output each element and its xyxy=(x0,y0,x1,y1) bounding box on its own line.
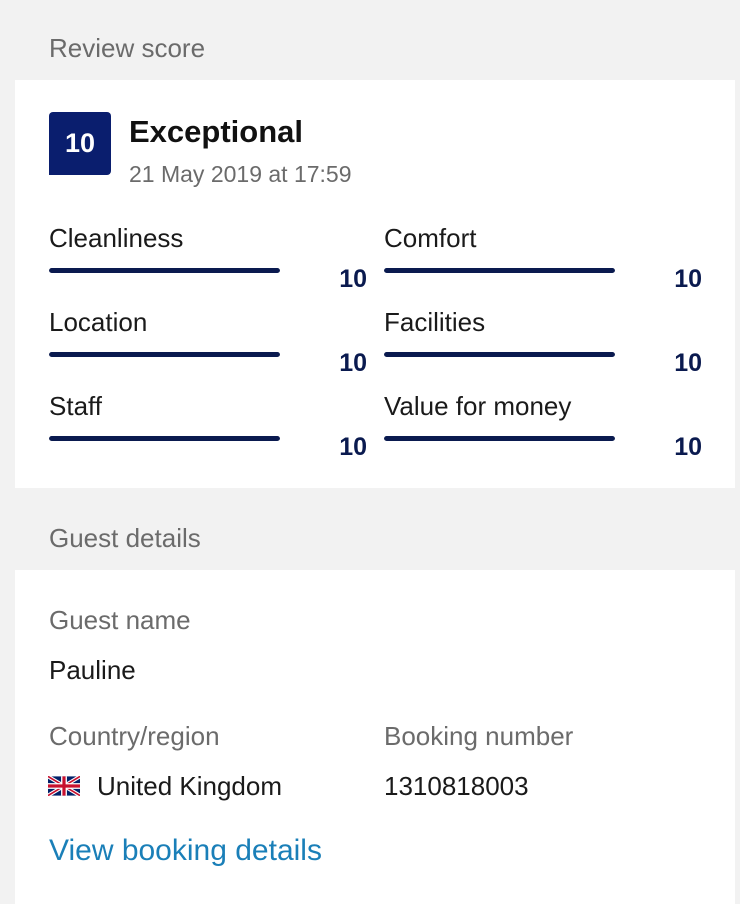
category-bar xyxy=(49,436,280,441)
review-verdict: Exceptional xyxy=(129,114,303,149)
category-label: Comfort xyxy=(384,223,477,253)
category-bar xyxy=(49,352,280,357)
review-card: 10 Exceptional 21 May 2019 at 17:59 Clea… xyxy=(15,80,735,488)
review-section-title: Review score xyxy=(49,33,206,63)
category-value: 10 xyxy=(674,433,702,461)
category-bar-fill xyxy=(384,436,615,441)
category-label: Facilities xyxy=(384,307,486,337)
category-label: Location xyxy=(49,307,148,337)
category-bar xyxy=(384,352,615,357)
category-value: 10 xyxy=(674,349,702,377)
category-bar-fill xyxy=(49,436,280,441)
category-cleanliness: Cleanliness 10 xyxy=(49,223,367,303)
uk-flag-icon xyxy=(48,776,80,796)
guest-name-label: Guest name xyxy=(49,605,191,635)
category-bar xyxy=(384,436,615,441)
category-facilities: Facilities 10 xyxy=(384,307,702,387)
booking-number: 1310818003 xyxy=(384,771,529,801)
category-location: Location 10 xyxy=(49,307,367,387)
category-bar-fill xyxy=(384,268,615,273)
country-label: Country/region xyxy=(49,721,220,751)
category-value: 10 xyxy=(339,265,367,293)
category-bar-fill xyxy=(384,352,615,357)
category-label: Value for money xyxy=(384,391,572,421)
category-bar xyxy=(49,268,280,273)
category-label: Cleanliness xyxy=(49,223,184,253)
category-comfort: Comfort 10 xyxy=(384,223,702,303)
category-value-for-money: Value for money 10 xyxy=(384,391,702,471)
score-badge: 10 xyxy=(49,112,111,175)
booking-number-label: Booking number xyxy=(384,721,574,751)
guest-card: Guest name Pauline Country/region United… xyxy=(15,570,735,904)
category-label: Staff xyxy=(49,391,103,421)
review-date: 21 May 2019 at 17:59 xyxy=(129,161,352,187)
view-booking-details-link[interactable]: View booking details xyxy=(49,834,322,868)
country-value: United Kingdom xyxy=(97,771,282,801)
category-staff: Staff 10 xyxy=(49,391,367,471)
category-bar xyxy=(384,268,615,273)
category-bar-fill xyxy=(49,352,280,357)
category-value: 10 xyxy=(674,265,702,293)
category-bar-fill xyxy=(49,268,280,273)
category-value: 10 xyxy=(339,349,367,377)
guest-name: Pauline xyxy=(49,655,136,685)
guest-section-title: Guest details xyxy=(49,523,201,553)
category-value: 10 xyxy=(339,433,367,461)
